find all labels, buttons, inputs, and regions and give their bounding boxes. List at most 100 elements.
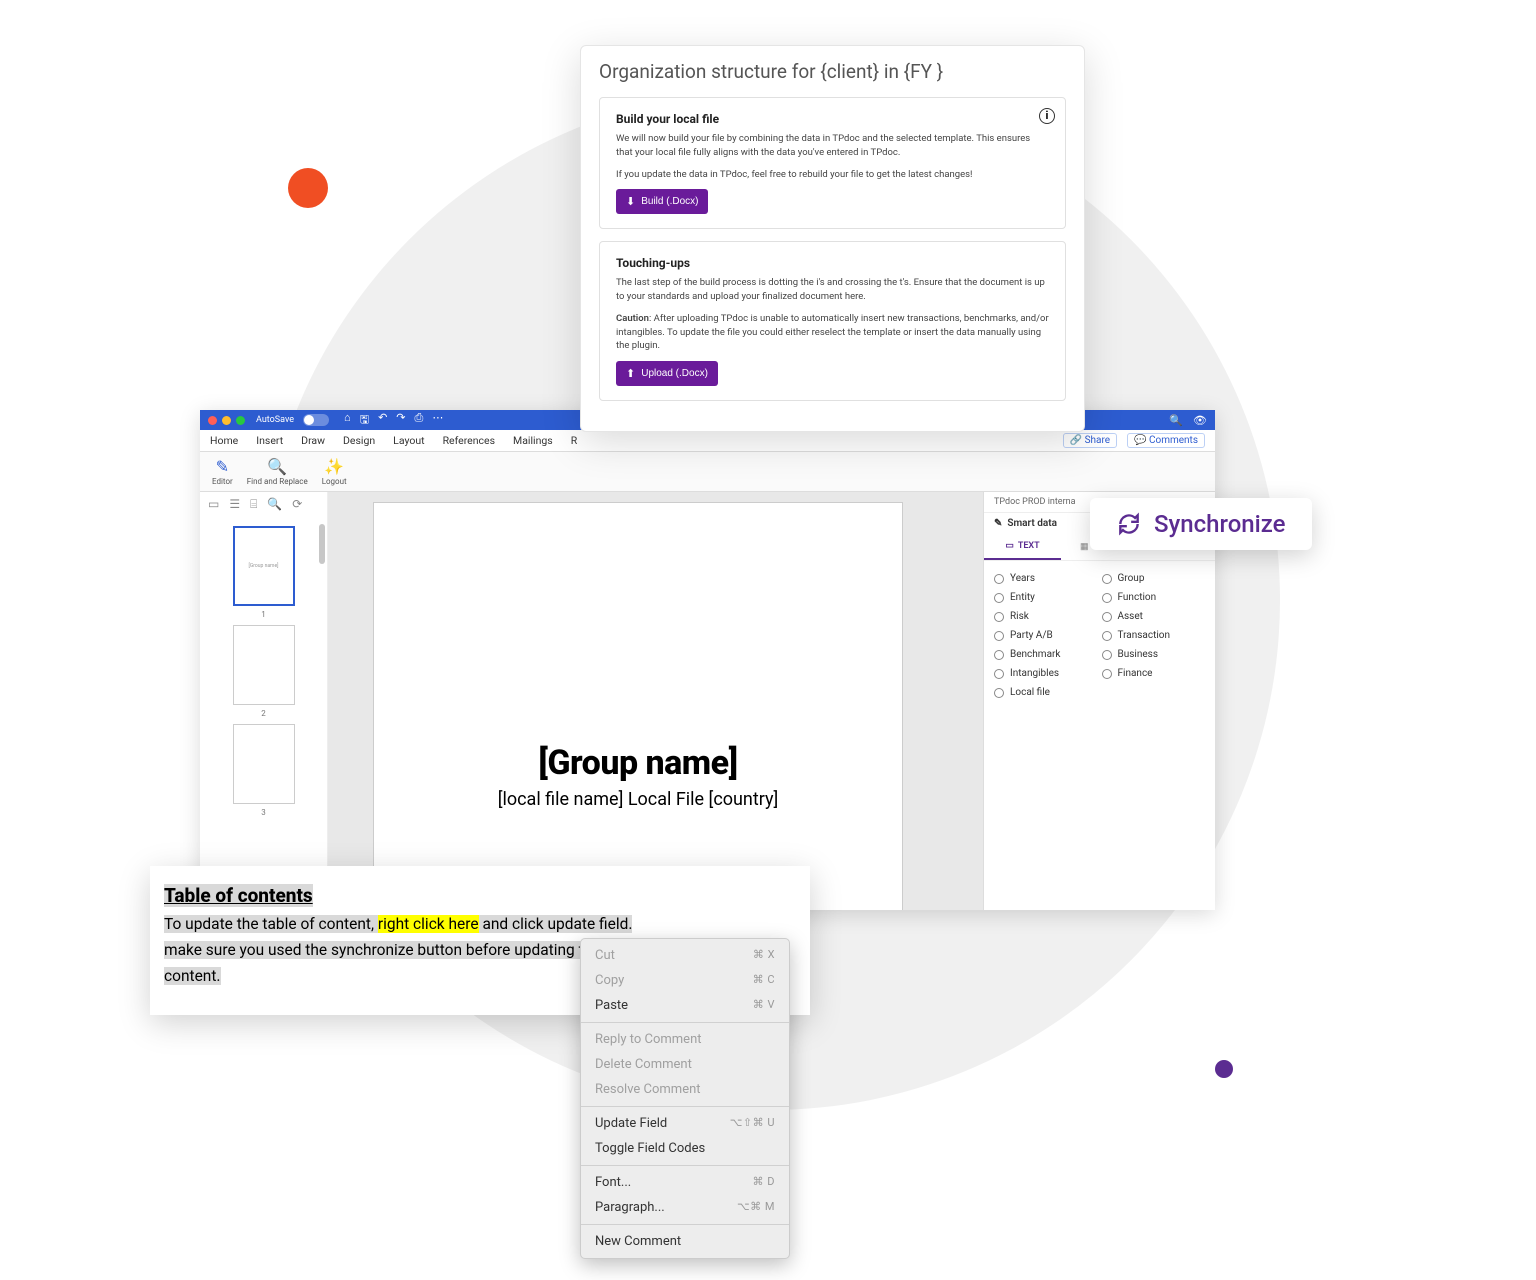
opt-benchmark[interactable]: Benchmark xyxy=(992,645,1100,664)
ctx-sep-3 xyxy=(581,1165,789,1166)
modal-title: Organization structure for {client} in {… xyxy=(599,60,1066,83)
pencil-icon: ✎ xyxy=(994,518,1002,529)
more-icon[interactable]: ⋯ xyxy=(432,411,443,430)
navigation-pane: ▭ ☰ ⌸ 🔍 ⟳ [Group name] 1 2 3 xyxy=(200,492,328,910)
share-button[interactable]: 🔗 Share xyxy=(1063,433,1117,448)
autosave-label: AutoSave xyxy=(256,415,294,425)
upload-button-label: Upload (.Docx) xyxy=(641,368,708,379)
menu-mailings[interactable]: Mailings xyxy=(513,434,553,447)
ctx-cut: Cut⌘ X xyxy=(581,943,789,968)
ctx-copy: Copy⌘ C xyxy=(581,968,789,993)
touch-heading: Touching-ups xyxy=(616,256,1049,270)
upload-icon: ⬆ xyxy=(626,367,635,380)
tpdoc-side-pane: TPdoc PROD interna ✎ Smart data ▭TEXT ▦T… xyxy=(983,492,1215,910)
build-button-label: Build (.Docx) xyxy=(641,196,698,207)
undo-icon[interactable]: ↶ xyxy=(378,411,387,430)
page-thumbnail-2[interactable] xyxy=(233,625,295,705)
build-docx-button[interactable]: ⬇ Build (.Docx) xyxy=(616,189,708,214)
print-icon[interactable]: ⎙ xyxy=(415,411,424,430)
nav-headings-icon[interactable]: ☰ xyxy=(229,497,240,511)
opt-finance[interactable]: Finance xyxy=(1100,664,1208,683)
ctx-update-field[interactable]: Update Field⌥⇧⌘ U xyxy=(581,1111,789,1136)
info-icon[interactable]: i xyxy=(1039,108,1055,124)
ctx-paragraph[interactable]: Paragraph...⌥⌘ M xyxy=(581,1195,789,1220)
menu-layout[interactable]: Layout xyxy=(393,434,424,447)
comments-button[interactable]: 💬 Comments xyxy=(1127,433,1205,448)
save-icon[interactable]: 🖫 xyxy=(360,411,369,430)
upload-docx-button[interactable]: ⬆ Upload (.Docx) xyxy=(616,361,718,386)
opt-localfile[interactable]: Local file xyxy=(992,683,1100,702)
build-heading: Build your local file xyxy=(616,112,1049,126)
nav-options-icon[interactable]: ⟳ xyxy=(292,497,302,511)
touch-text-1: The last step of the build process is do… xyxy=(616,276,1049,304)
thumbnails-list: [Group name] 1 2 3 xyxy=(200,516,327,910)
visibility-icon[interactable]: 👁 xyxy=(1193,414,1207,427)
menu-design[interactable]: Design xyxy=(343,434,375,447)
redo-icon[interactable]: ↷ xyxy=(396,411,405,430)
menu-references[interactable]: References xyxy=(443,434,495,447)
thumb-num-1: 1 xyxy=(210,610,317,619)
nav-tools: ▭ ☰ ⌸ 🔍 ⟳ xyxy=(200,492,327,516)
close-window-icon[interactable] xyxy=(208,416,217,425)
download-icon: ⬇ xyxy=(626,195,635,208)
ctx-sep-2 xyxy=(581,1106,789,1107)
ribbon-find-replace[interactable]: 🔍 Find and Replace xyxy=(247,457,308,486)
document-area[interactable]: [Group name] [local file name] Local Fil… xyxy=(328,492,983,910)
tab-text[interactable]: ▭TEXT xyxy=(984,534,1061,560)
build-text-2: If you update the data in TPdoc, feel fr… xyxy=(616,168,1049,182)
editor-icon: ✎ xyxy=(216,457,229,476)
search-icon: 🔍 xyxy=(267,457,287,476)
home-icon[interactable]: ⌂ xyxy=(344,411,351,430)
word-ribbon: ✎ Editor 🔍 Find and Replace ✨ Logout xyxy=(200,452,1215,492)
opt-intangibles[interactable]: Intangibles xyxy=(992,664,1100,683)
toc-heading: Table of contents xyxy=(164,884,313,907)
opt-entity[interactable]: Entity xyxy=(992,588,1100,607)
opt-group[interactable]: Group xyxy=(1100,569,1208,588)
ctx-font[interactable]: Font...⌘ D xyxy=(581,1170,789,1195)
opt-years[interactable]: Years xyxy=(992,569,1100,588)
menu-insert[interactable]: Insert xyxy=(256,434,283,447)
ribbon-editor[interactable]: ✎ Editor xyxy=(212,457,233,486)
synchronize-button[interactable]: Synchronize xyxy=(1090,498,1312,550)
build-section: i Build your local file We will now buil… xyxy=(599,97,1066,229)
thumbnails-scrollbar[interactable] xyxy=(319,524,325,564)
ctx-new-comment[interactable]: New Comment xyxy=(581,1229,789,1254)
touch-caution: Caution: After uploading TPdoc is unable… xyxy=(616,312,1049,353)
opt-risk[interactable]: Risk xyxy=(992,607,1100,626)
ctx-toggle-field-codes[interactable]: Toggle Field Codes xyxy=(581,1136,789,1161)
autosave-toggle[interactable] xyxy=(303,414,329,426)
minimize-window-icon[interactable] xyxy=(222,416,231,425)
nav-search-icon[interactable]: 🔍 xyxy=(267,497,282,511)
build-modal: Organization structure for {client} in {… xyxy=(580,45,1085,432)
opt-asset[interactable]: Asset xyxy=(1100,607,1208,626)
thumb-num-3: 3 xyxy=(210,808,317,817)
nav-pages-icon[interactable]: ▭ xyxy=(208,497,219,511)
touching-ups-section: Touching-ups The last step of the build … xyxy=(599,241,1066,401)
menu-home[interactable]: Home xyxy=(210,434,238,447)
context-menu: Cut⌘ X Copy⌘ C Paste⌘ V Reply to Comment… xyxy=(580,938,790,1259)
page-thumbnail-3[interactable] xyxy=(233,724,295,804)
page-thumbnail-1[interactable]: [Group name] xyxy=(233,526,295,606)
wand-icon: ✨ xyxy=(324,457,344,476)
side-pane-options: Years Group Entity Function Risk Asset P… xyxy=(984,561,1215,710)
opt-transaction[interactable]: Transaction xyxy=(1100,626,1208,645)
word-window: AutoSave ⌂ 🖫 ↶ ↷ ⎙ ⋯ 🔍 👁 Home Insert Dra… xyxy=(200,410,1215,910)
opt-function[interactable]: Function xyxy=(1100,588,1208,607)
ctx-resolve-comment: Resolve Comment xyxy=(581,1077,789,1102)
ribbon-logout[interactable]: ✨ Logout xyxy=(322,457,347,486)
maximize-window-icon[interactable] xyxy=(236,416,245,425)
ctx-sep-4 xyxy=(581,1224,789,1225)
opt-business[interactable]: Business xyxy=(1100,645,1208,664)
search-titlebar-icon[interactable]: 🔍 xyxy=(1169,414,1183,427)
word-menubar: Home Insert Draw Design Layout Reference… xyxy=(200,430,1215,452)
ctx-reply-comment: Reply to Comment xyxy=(581,1027,789,1052)
menu-review[interactable]: R xyxy=(571,434,577,447)
decorative-dot-orange xyxy=(288,168,328,208)
menu-draw[interactable]: Draw xyxy=(301,434,325,447)
opt-party-ab[interactable]: Party A/B xyxy=(992,626,1100,645)
nav-outline-icon[interactable]: ⌸ xyxy=(250,497,257,512)
ctx-paste[interactable]: Paste⌘ V xyxy=(581,993,789,1018)
quick-access-toolbar: ⌂ 🖫 ↶ ↷ ⎙ ⋯ xyxy=(344,411,443,430)
ctx-sep-1 xyxy=(581,1022,789,1023)
table-tab-icon: ▦ xyxy=(1080,542,1089,552)
